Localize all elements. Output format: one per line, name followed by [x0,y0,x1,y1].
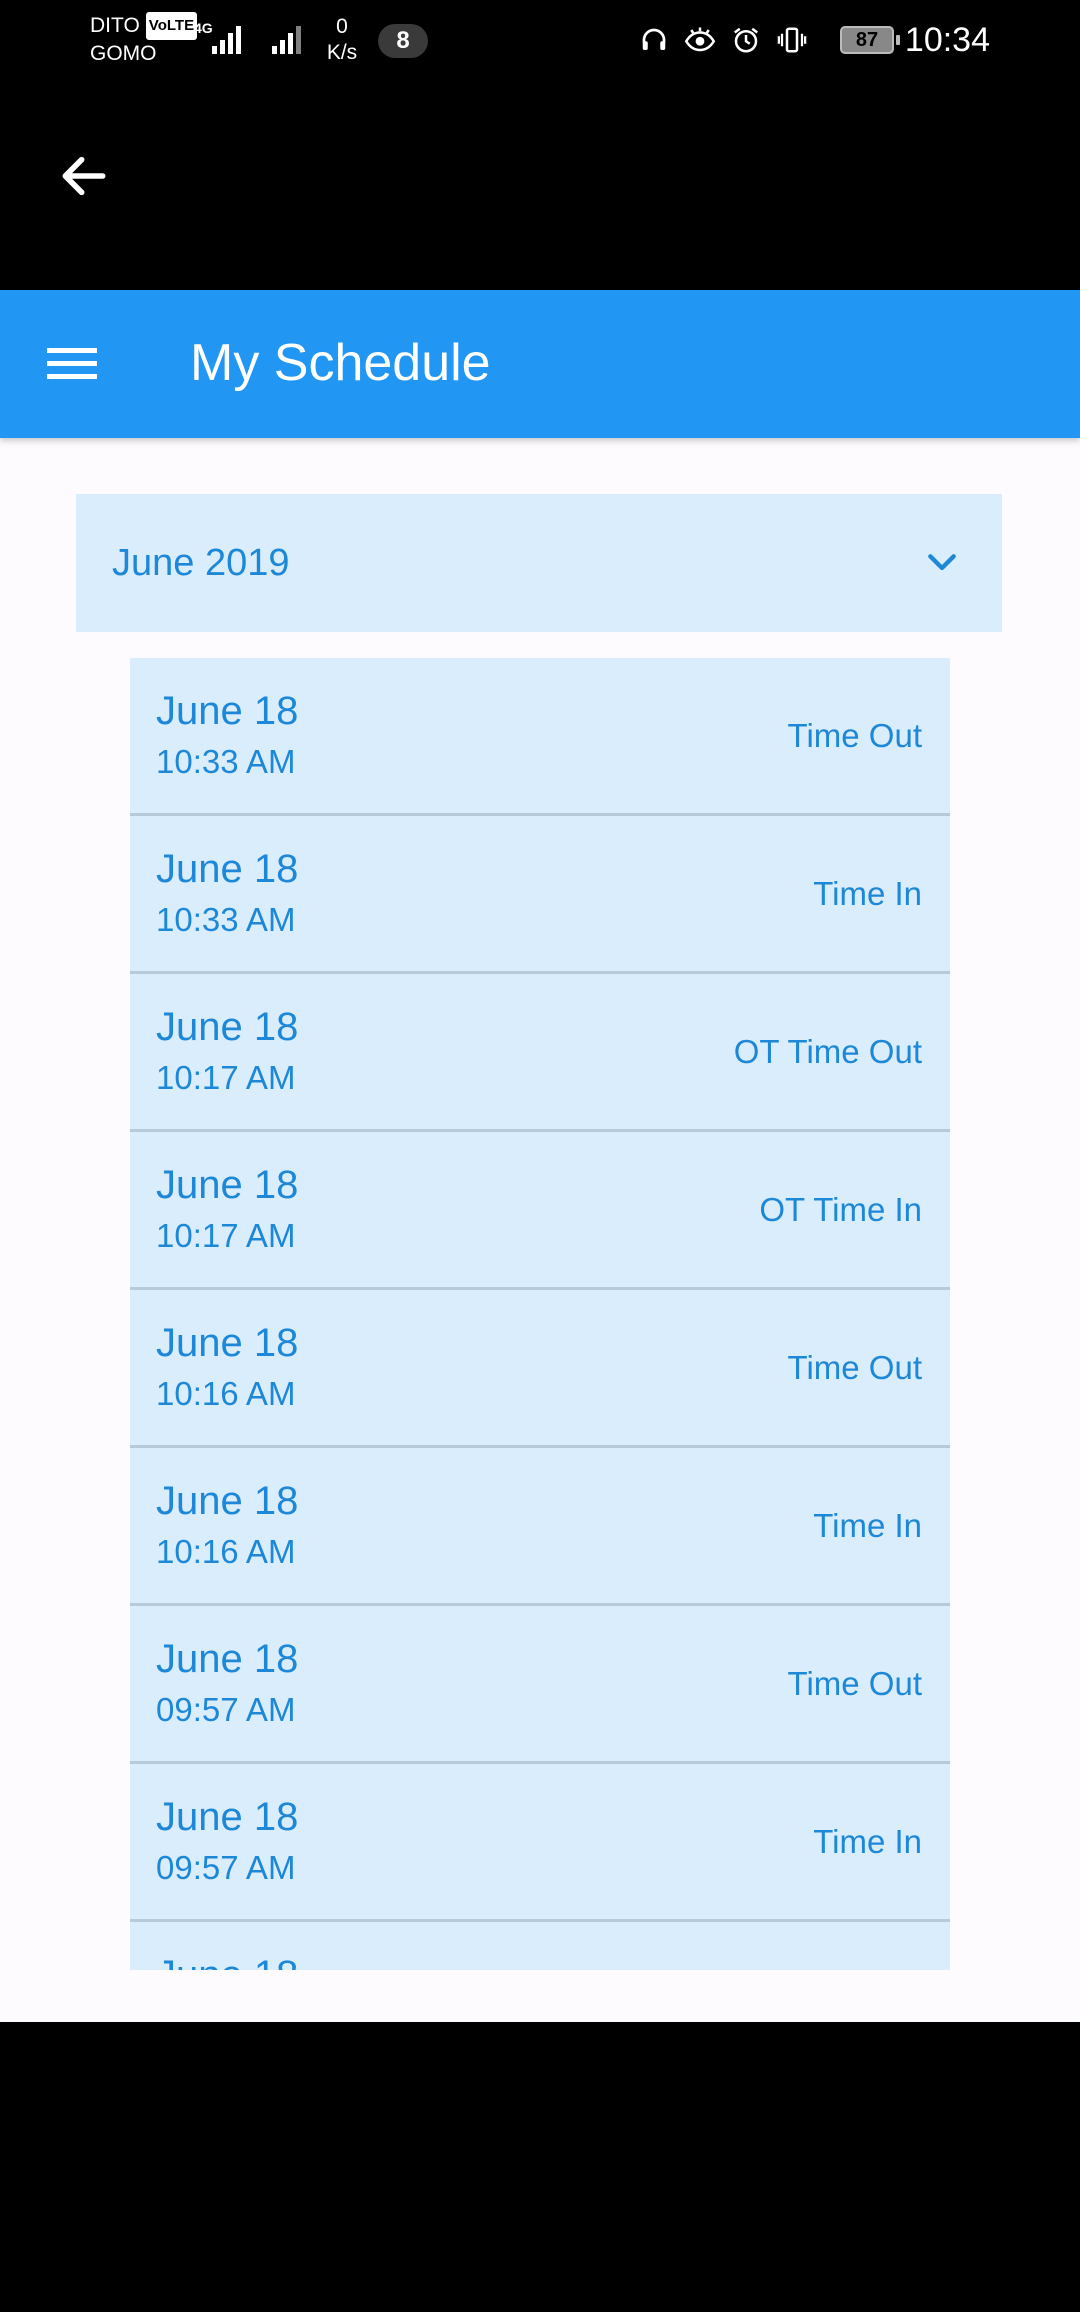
app-bar: My Schedule [0,290,1080,438]
entry-time: 10:33 AM [156,901,296,938]
entry-time: 09:57 AM [156,1849,296,1886]
list-item[interactable]: June 18 10:33 AM Time In [130,816,950,974]
app-screen: My Schedule June 2019 June 18 10:33 AM T… [0,290,1080,2022]
entry-type: Time In [813,875,922,912]
list-item[interactable]: June 18 10:33 AM Time Out [130,658,950,816]
carrier-name-secondary: GOMO [90,42,157,65]
vibrate-icon [774,22,810,58]
list-item[interactable]: June 18 10:16 AM Time In [130,1448,950,1606]
hamburger-menu-icon [47,348,97,379]
battery-icon: 87 [840,26,900,54]
signal-strength-icon [212,20,246,54]
page-title: My Schedule [190,334,491,392]
month-label: June 2019 [112,541,290,584]
list-item[interactable]: June 18 10:16 AM Time Out [130,1290,950,1448]
entry-time: 10:33 AM [156,743,296,780]
battery-level: 87 [840,26,900,54]
network-speed-value: 0 [336,15,348,38]
navigation-header [0,80,1080,290]
carrier-info: DITO VoLTE GOMO [90,12,198,68]
entry-type: Time In [813,1507,922,1544]
entry-time: 09:57 AM [156,1691,296,1728]
arrow-back-icon [62,156,106,196]
chevron-down-icon[interactable] [918,539,966,587]
list-item[interactable]: June 18 09:57 AM Time Out [130,1606,950,1764]
network-speed: 0 K/s [320,14,364,66]
list-item[interactable]: June 18 09:57 AM Time In [130,1764,950,1922]
list-item[interactable]: June 18 [130,1922,950,1970]
entry-date: June 18 [156,1005,299,1049]
bottom-area [0,2022,1080,2312]
network-type-label: 4G [194,20,213,36]
entry-type: Time Out [787,1349,922,1386]
status-icons [636,18,810,62]
entry-date: June 18 [156,1795,299,1839]
entry-type: Time Out [787,1665,922,1702]
list-item[interactable]: June 18 10:17 AM OT Time Out [130,974,950,1132]
alarm-icon [728,22,764,58]
entry-date: June 18 [156,689,299,733]
clock: 10:34 [904,21,990,59]
entry-date: June 18 [156,1952,298,1970]
back-button[interactable] [48,140,120,212]
entry-type: OT Time In [759,1191,922,1228]
menu-button[interactable] [36,332,108,396]
entry-time: 10:16 AM [156,1533,296,1570]
eye-comfort-icon [682,22,718,58]
entry-type: Time In [813,1823,922,1860]
entry-type: Time Out [787,717,922,754]
entry-time: 10:17 AM [156,1059,296,1096]
signal-strength-icon-secondary [272,20,306,54]
entry-time: 10:16 AM [156,1375,296,1412]
entry-date: June 18 [156,1637,299,1681]
list-item[interactable]: June 18 10:17 AM OT Time In [130,1132,950,1290]
notification-count-badge: 8 [378,24,428,58]
entry-date: June 18 [156,1163,299,1207]
status-bar: DITO VoLTE GOMO 4G 0 K/s 8 87 10:34 [0,0,1080,80]
headset-icon [636,22,672,58]
entry-date: June 18 [156,1479,299,1523]
carrier-name-primary: DITO [90,14,140,37]
entry-date: June 18 [156,1321,299,1365]
entry-type: OT Time Out [733,1033,922,1070]
network-speed-unit: K/s [326,41,358,64]
entry-date: June 18 [156,847,299,891]
entry-time: 10:17 AM [156,1217,296,1254]
volte-badge: VoLTE [145,12,198,40]
month-selector[interactable]: June 2019 [76,494,1002,632]
schedule-list[interactable]: June 18 10:33 AM Time Out June 18 10:33 … [130,658,950,1970]
